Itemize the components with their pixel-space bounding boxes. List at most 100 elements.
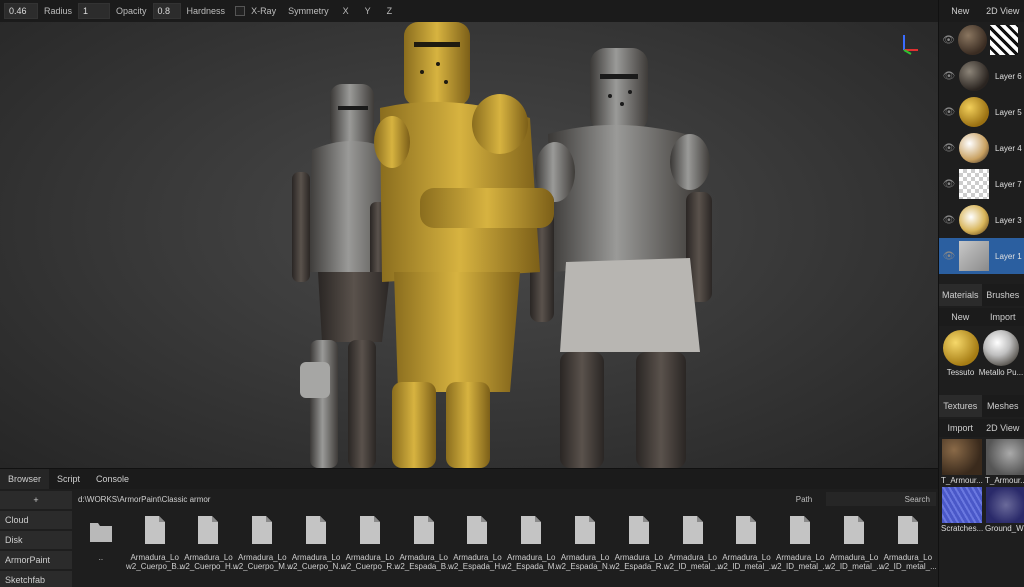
layer-thumbnail (958, 25, 987, 55)
texture-thumbnail (986, 439, 1024, 475)
bottom-tabs: Browser Script Console (0, 469, 938, 489)
radius-field[interactable]: 1 (78, 3, 111, 19)
tab-brushes[interactable]: Brushes (982, 284, 1024, 306)
file-name-line1: Armadura_Lo (829, 553, 879, 562)
texture-item[interactable]: T_Armour... (941, 439, 983, 485)
eye-icon[interactable]: 👁 (942, 35, 955, 46)
sidebar-item-cloud[interactable]: Cloud (0, 511, 72, 529)
eye-icon[interactable]: 👁 (942, 251, 956, 262)
layer-name: Layer 4 (995, 143, 1022, 153)
layer-row[interactable]: 👁 Layer 6 (939, 58, 1024, 94)
tab-textures[interactable]: Textures (939, 395, 982, 417)
material-item[interactable]: Tessuto (941, 330, 980, 377)
layer-row[interactable]: 👁 Layer 7 (939, 166, 1024, 202)
file-item[interactable]: Armadura_Lo w2_Espada_R... (610, 511, 668, 577)
textures-2d-view-button[interactable]: 2D View (982, 419, 1024, 437)
import-material-button[interactable]: Import (982, 308, 1024, 326)
file-name-line2: w2_Cuerpo_B... (126, 562, 184, 571)
file-name-line1: Armadura_Lo (345, 553, 395, 562)
file-item[interactable]: Armadura_Lo w2_Espada_M... (501, 511, 562, 577)
sidebar-item-sketchfab[interactable]: Sketchfab (0, 571, 72, 587)
knight-right (530, 48, 712, 468)
file-name: Armadura_Lo w2_ID_metal_... (718, 553, 776, 571)
layer-row[interactable]: 👁 (939, 22, 1024, 58)
texture-item[interactable]: Ground_W... (985, 487, 1024, 533)
file-name-line1: Armadura_Lo (130, 553, 179, 562)
file-item[interactable]: Armadura_Lo w2_Espada_N... (556, 511, 614, 577)
axis-gizmo-icon[interactable] (896, 30, 924, 58)
file-item[interactable]: Armadura_Lo w2_Cuerpo_M... (233, 511, 292, 577)
file-item[interactable]: Armadura_Lo w2_ID_metal_... (825, 511, 883, 577)
material-item[interactable]: Metallo Pu... (979, 330, 1023, 377)
add-location-button[interactable]: + (0, 491, 72, 509)
path-input[interactable]: d:\WORKS\ArmorPaint\Classic armor (76, 495, 782, 504)
import-texture-button[interactable]: Import (939, 419, 982, 437)
layer-name: Layer 7 (995, 179, 1022, 189)
eye-icon[interactable]: 👁 (942, 71, 956, 82)
texture-item[interactable]: T_Armour... (985, 439, 1024, 485)
file-item[interactable]: Armadura_Lo w2_ID_metal_... (663, 511, 722, 577)
layer-row[interactable]: 👁 Layer 3 (939, 202, 1024, 238)
sidebar-item-armorpaint[interactable]: ArmorPaint (0, 551, 72, 569)
eye-icon[interactable]: 👁 (942, 107, 956, 118)
texture-thumbnail (986, 487, 1024, 523)
file-name-line2: w2_Espada_M... (501, 562, 562, 571)
tab-meshes[interactable]: Meshes (982, 395, 1024, 417)
texture-name: Scratches... (941, 524, 983, 533)
material-list: Tessuto Metallo Pu... (939, 326, 1024, 377)
texture-thumbnail (942, 487, 982, 523)
texture-name: T_Armour... (941, 476, 983, 485)
sidebar-item-disk[interactable]: Disk (0, 531, 72, 549)
file-name-line2: w2_ID_metal_... (717, 562, 776, 571)
file-item[interactable]: Armadura_Lo w2_Cuerpo_N... (287, 511, 345, 577)
file-item[interactable]: Armadura_Lo w2_Cuerpo_H... (180, 511, 238, 577)
texture-thumbnail (942, 439, 982, 475)
tab-script[interactable]: Script (49, 469, 88, 489)
file-item[interactable]: Armadura_Lo w2_Espada_B... (394, 511, 453, 577)
layers-toolbar: New 2D View (939, 0, 1024, 22)
file-item[interactable]: Armadura_Lo w2_Cuerpo_B... (126, 511, 184, 577)
opacity-field[interactable]: 0.8 (152, 3, 181, 19)
layer-row-selected[interactable]: 👁 Layer 1 (939, 238, 1024, 274)
tab-console[interactable]: Console (88, 469, 137, 489)
file-item[interactable]: Armadura_Lo w2_Espada_H... (448, 511, 507, 577)
new-layer-button[interactable]: New (939, 0, 982, 22)
file-item[interactable]: Armadura_Lo w2_ID_metal_... (718, 511, 776, 577)
eye-icon[interactable]: 👁 (942, 179, 956, 190)
eye-icon[interactable]: 👁 (942, 143, 956, 154)
symmetry-y-toggle[interactable]: Y (357, 6, 379, 16)
file-item[interactable]: Armadura_Lo w2_ID_metal_... (879, 511, 937, 577)
layers-2d-view-button[interactable]: 2D View (982, 0, 1024, 22)
file-item[interactable]: Armadura_Lo w2_ID_metal_... (771, 511, 829, 577)
symmetry-x-toggle[interactable]: X (335, 6, 357, 16)
3d-viewport[interactable] (0, 22, 938, 468)
xray-checkbox[interactable] (235, 6, 246, 16)
file-name-line2: w2_ID_metal_... (663, 562, 722, 571)
symmetry-z-toggle[interactable]: Z (379, 6, 401, 16)
texture-item[interactable]: Scratches... (941, 487, 983, 533)
eye-icon[interactable]: 👁 (942, 215, 956, 226)
file-name-line2: w2_Espada_B... (394, 562, 453, 571)
material-thumbnail (983, 330, 1019, 366)
material-thumbnail (942, 330, 979, 366)
hardness-label: Hardness (186, 6, 226, 16)
knight-models[interactable] (0, 22, 938, 468)
file-name: Armadura_Lo w2_Cuerpo_H... (180, 553, 238, 571)
folder-item[interactable]: .. (74, 511, 128, 577)
file-name-line1: Armadura_Lo (883, 553, 933, 562)
layer-thumbnail (959, 241, 989, 271)
brush-size-field[interactable]: 0.46 (4, 3, 38, 19)
file-name-line1: Armadura_Lo (291, 553, 341, 562)
tab-materials[interactable]: Materials (939, 284, 982, 306)
layer-name: Layer 1 (995, 251, 1022, 261)
radius-label: Radius (44, 6, 73, 16)
file-item[interactable]: Armadura_Lo w2_Cuerpo_R... (341, 511, 399, 577)
layer-row[interactable]: 👁 Layer 5 (939, 94, 1024, 130)
new-material-button[interactable]: New (939, 308, 982, 326)
search-input[interactable]: Search (826, 492, 936, 506)
layer-thumbnail (959, 61, 989, 91)
tab-browser[interactable]: Browser (0, 469, 50, 489)
layer-row[interactable]: 👁 Layer 4 (939, 130, 1024, 166)
layer-thumbnail (959, 97, 989, 127)
file-icon (306, 516, 327, 544)
